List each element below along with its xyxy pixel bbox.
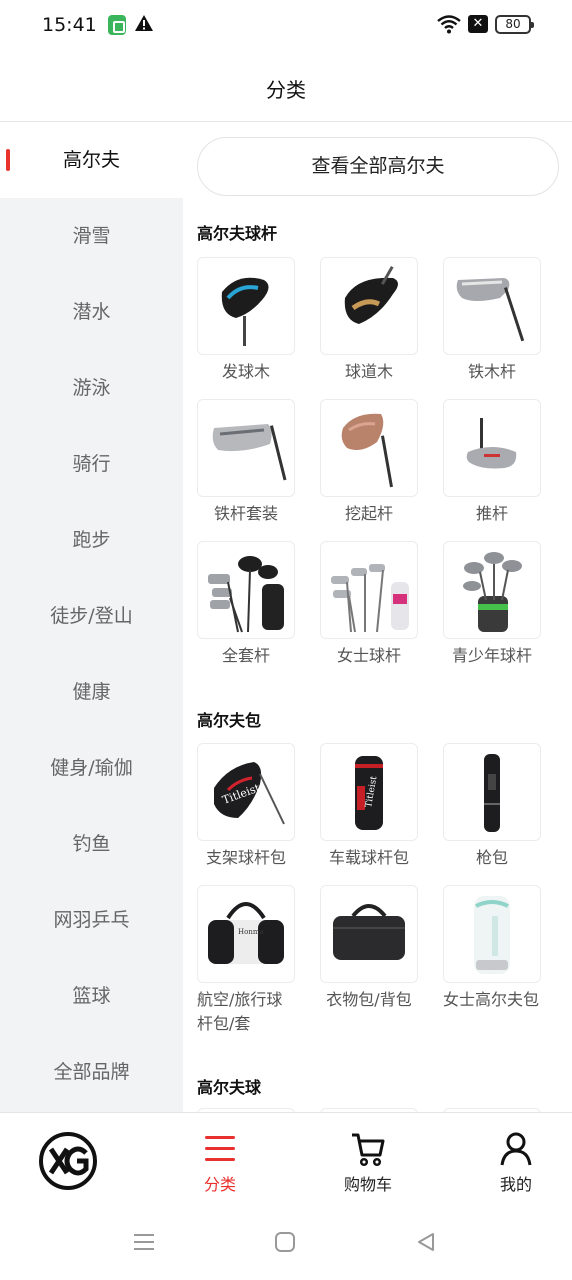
section-title-golf-clubs: 高尔夫球杆 [197,224,278,243]
category-label: 全套杆 [221,646,270,665]
bottom-navigation: 分类 购物车 我的 [0,1112,572,1204]
category-label: 推杆 [475,504,508,523]
category-content[interactable]: 查看全部高尔夫 高尔夫球杆 发球木 球道木 铁木杆 铁杆套装 挖起杆 推杆 全套… [183,122,572,1112]
status-bar: 15:41 ✕ 80 [0,0,572,52]
nav-tab-cart[interactable]: 购物车 [323,1131,413,1195]
full-set-image [197,541,295,639]
category-label: 车载球杆包 [328,848,409,867]
category-label: 挖起杆 [344,504,393,523]
ladies-bag-image [443,885,541,983]
category-label: 航空/旅行球杆包/套 [197,990,283,1033]
sidebar-item-ski[interactable]: 滑雪 [0,198,183,274]
page-title: 分类 [266,78,306,102]
category-label: 衣物包/背包 [326,990,412,1009]
sidebar-item-label: 健康 [72,681,111,703]
category-label: 枪包 [475,848,508,867]
fairway-wood-image [320,257,418,355]
sidebar-item-swimming[interactable]: 游泳 [0,350,183,426]
status-time: 15:41 [42,14,97,36]
sidebar-item-fishing[interactable]: 钓鱼 [0,806,183,882]
sidebar-item-health[interactable]: 健康 [0,654,183,730]
recent-apps-icon[interactable] [132,1230,156,1254]
sidebar-item-diving[interactable]: 潜水 [0,274,183,350]
sidebar-item-label: 潜水 [72,301,111,323]
sidebar-item-label: 健身/瑜伽 [50,757,133,779]
iron-set-image [197,399,295,497]
category-label: 发球木 [221,362,270,381]
menu-icon [205,1136,235,1161]
sidebar-item-label: 游泳 [72,377,111,399]
header: 分类 [0,52,572,122]
app-notification-icon [108,15,126,35]
nav-tab-profile[interactable]: 我的 [471,1131,561,1195]
svg-text:Honma: Honma [238,928,264,936]
driver-club-image [197,257,295,355]
cart-icon [352,1133,385,1167]
wedge-club-image [320,399,418,497]
warning-icon [135,15,153,31]
hybrid-club-image [443,257,541,355]
sidebar-item-hiking[interactable]: 徒步/登山 [0,578,183,654]
sidebar-item-running[interactable]: 跑步 [0,502,183,578]
stand-bag-image: Titleist [197,743,295,841]
sidebar-item-label: 徒步/登山 [50,605,133,627]
sidebar-item-label: 骑行 [72,453,111,475]
nav-label: 购物车 [343,1175,392,1194]
ladies-clubs-image [320,541,418,639]
section-title-golf-bags: 高尔夫包 [197,711,262,730]
nav-label: 我的 [499,1175,532,1194]
section-title-golf-balls: 高尔夫球 [197,1078,262,1097]
category-label: 女士高尔夫包 [443,990,540,1009]
nav-label: 分类 [203,1175,236,1194]
category-label: 铁木杆 [467,362,516,381]
sidebar-item-label: 高尔夫 [62,149,120,171]
gun-bag-image [443,743,541,841]
category-sidebar: 高尔夫 滑雪 潜水 游泳 骑行 跑步 徒步/登山 健康 健身/瑜伽 钓鱼 网羽乒… [0,122,183,1112]
sidebar-item-label: 篮球 [72,985,111,1007]
category-label: 支架球杆包 [205,848,286,867]
sidebar-item-racket-sports[interactable]: 网羽乒乓 [0,882,183,958]
sidebar-item-all-brands[interactable]: 全部品牌 [0,1034,183,1110]
category-label: 青少年球杆 [451,646,532,665]
sidebar-item-golf[interactable]: 高尔夫 [0,122,183,198]
sidebar-item-fitness[interactable]: 健身/瑜伽 [0,730,183,806]
travel-bag-image: Honma [197,885,295,983]
sidebar-item-label: 网羽乒乓 [53,909,130,931]
junior-clubs-image [443,541,541,639]
home-icon[interactable] [273,1230,297,1254]
sidebar-item-label: 跑步 [72,529,111,551]
category-label: 女士球杆 [336,646,401,665]
cart-bag-image: Titleist [320,743,418,841]
sidebar-item-label: 钓鱼 [72,833,111,855]
no-sim-icon: ✕ [468,15,488,33]
putter-image [443,399,541,497]
clothing-bag-image [320,885,418,983]
sidebar-item-label: 全部品牌 [53,1061,130,1083]
category-label: 铁杆套装 [213,504,278,523]
nav-tab-category[interactable]: 分类 [175,1131,265,1195]
battery-icon: 80 [495,15,534,34]
user-icon [500,1132,532,1166]
category-label: 球道木 [344,362,393,381]
wifi-icon [437,15,461,34]
brand-logo-icon[interactable] [38,1131,98,1191]
view-all-golf-button[interactable]: 查看全部高尔夫 [197,137,559,196]
sidebar-item-label: 滑雪 [72,225,111,247]
sidebar-item-basketball[interactable]: 篮球 [0,958,183,1034]
active-indicator [6,149,10,171]
system-navigation-bar [0,1204,572,1280]
back-icon[interactable] [414,1230,438,1254]
sidebar-item-cycling[interactable]: 骑行 [0,426,183,502]
